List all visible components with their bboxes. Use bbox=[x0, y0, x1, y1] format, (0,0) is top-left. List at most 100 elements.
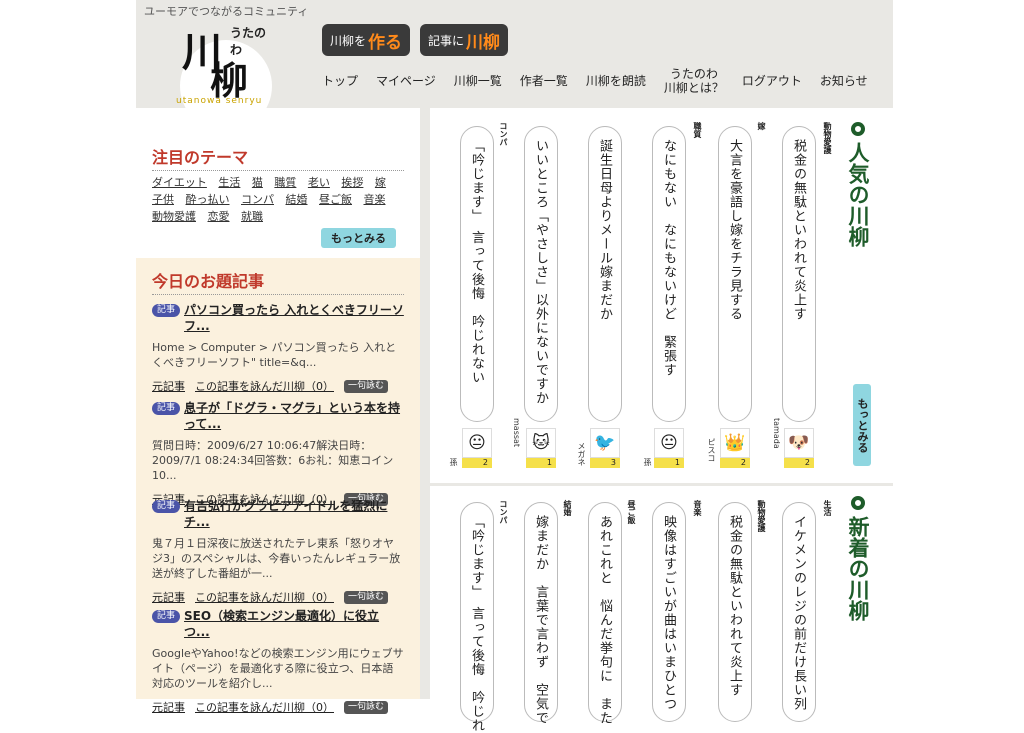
nav-news[interactable]: お知らせ bbox=[820, 66, 868, 96]
senryu-card[interactable]: 嫁まだか 言葉で言わず 空気で bbox=[524, 502, 558, 725]
senryu-card[interactable]: 「吟じます」 言って後悔 吟じれ bbox=[460, 502, 494, 733]
theme-tag[interactable]: 職質 bbox=[274, 176, 296, 189]
article-description: 鬼７月１日深夜に放送されたテレ東系「怒りオヤジ3」のスペシャルは、今春いったんレ… bbox=[152, 537, 401, 580]
theme-tag[interactable]: コンパ bbox=[241, 193, 274, 206]
site-logo[interactable]: 川 柳 うたのわ utanowa senryu bbox=[160, 22, 272, 132]
theme-tag[interactable]: 嫁 bbox=[375, 176, 386, 189]
card-category[interactable]: 昼ご飯 bbox=[626, 500, 637, 524]
senryu-verse: 嫁まだか 言葉で言わず 空気で bbox=[533, 515, 548, 725]
article-senryu-button[interactable]: 記事に 川柳 bbox=[420, 24, 509, 56]
ring-icon bbox=[851, 496, 865, 510]
theme-tag[interactable]: 子供 bbox=[152, 193, 174, 206]
theme-tag[interactable]: 生活 bbox=[218, 176, 240, 189]
original-article-link[interactable]: 元記事 bbox=[152, 378, 185, 394]
senryu-author[interactable]: 孫 bbox=[642, 458, 653, 466]
theme-tag[interactable]: 猫 bbox=[252, 176, 263, 189]
compose-verse-button[interactable]: 一句詠む bbox=[344, 379, 389, 393]
senryu-card[interactable]: なにもない なにもないけど 緊張す bbox=[652, 126, 686, 422]
senryu-author[interactable]: 孫 bbox=[448, 458, 459, 466]
create-senryu-button[interactable]: 川柳を 作る bbox=[322, 24, 411, 56]
senryu-card[interactable]: 税金の無駄といわれて炎上す bbox=[782, 126, 816, 422]
nav-recite[interactable]: 川柳を朗読 bbox=[586, 66, 646, 96]
nav-author-list[interactable]: 作者一覧 bbox=[520, 66, 568, 96]
main-nav: トップ マイページ 川柳一覧 作者一覧 川柳を朗読 うたのわ 川柳とは？ ログア… bbox=[322, 66, 886, 96]
nav-senryu-list[interactable]: 川柳一覧 bbox=[454, 66, 502, 96]
senryu-verse: なにもない なにもないけど 緊張す bbox=[661, 139, 676, 377]
create-senryu-prefix: 川柳を bbox=[330, 33, 367, 48]
create-senryu-accent: 作る bbox=[368, 32, 403, 53]
like-count: 2 bbox=[784, 458, 814, 468]
theme-tag[interactable]: 結婚 bbox=[286, 193, 308, 206]
nav-mypage[interactable]: マイページ bbox=[376, 66, 436, 96]
senryu-card[interactable]: 誕生日母よりメール嫁まだか bbox=[588, 126, 622, 422]
card-category[interactable]: 職質 bbox=[692, 122, 703, 138]
author-avatar[interactable]: 🐦 bbox=[590, 428, 620, 458]
author-avatar[interactable]: 🐶 bbox=[784, 428, 814, 458]
theme-tag[interactable]: 就職 bbox=[241, 210, 263, 223]
article-title-link[interactable]: SEO（検索エンジン最適化）に役立つ... bbox=[184, 608, 404, 640]
theme-tag[interactable]: 昼ご飯 bbox=[319, 193, 352, 206]
article-item: 記事 パソコン買ったら 入れとくべきフリーソフ... Home > Compute… bbox=[152, 302, 404, 394]
senryu-card[interactable]: いいところ「やさしさ」以外にないですか bbox=[524, 126, 558, 422]
nav-top[interactable]: トップ bbox=[322, 66, 358, 96]
card-category[interactable]: 動物愛護 bbox=[822, 122, 833, 154]
theme-tag[interactable]: 挨拶 bbox=[341, 176, 363, 189]
senryu-verse: 「吟じます」 言って後悔 吟じれない bbox=[469, 139, 484, 385]
article-title-link[interactable]: パソコン買ったら 入れとくべきフリーソフ... bbox=[184, 302, 404, 334]
original-article-link[interactable]: 元記事 bbox=[152, 589, 185, 605]
popular-more-button[interactable]: もっとみる bbox=[853, 384, 871, 466]
theme-tag[interactable]: 老い bbox=[308, 176, 330, 189]
article-senryu-link[interactable]: この記事を詠んだ川柳（0） bbox=[195, 589, 334, 605]
senryu-card[interactable]: 「吟じます」 言って後悔 吟じれない bbox=[460, 126, 494, 422]
popular-senryu-heading: 人気の川柳 bbox=[846, 122, 873, 247]
senryu-card[interactable]: 映像はすごいが曲はいまひとつ bbox=[652, 502, 686, 722]
like-count: 2 bbox=[462, 458, 492, 468]
card-category[interactable]: 生活 bbox=[822, 500, 833, 516]
featured-themes: 注目のテーマ ダイエット 生活 猫 職質 老い 挨拶 嫁 子供 酔っ払い コンパ… bbox=[136, 108, 420, 258]
page: ユーモアでつながるコミュニティ 川 柳 うたのわ utanowa senryu … bbox=[136, 0, 893, 733]
original-article-link[interactable]: 元記事 bbox=[152, 699, 185, 715]
like-count: 3 bbox=[590, 458, 620, 468]
card-category[interactable]: コンパ bbox=[498, 500, 509, 524]
senryu-verse: いいところ「やさしさ」以外にないですか bbox=[533, 139, 548, 405]
article-title-link[interactable]: 有吉弘行がグラビアアイドルを猛烈にチ... bbox=[184, 498, 404, 530]
compose-verse-button[interactable]: 一句詠む bbox=[344, 590, 389, 604]
article-badge: 記事 bbox=[152, 500, 181, 513]
senryu-verse: あれこれと 悩んだ挙句に また bbox=[597, 515, 612, 725]
card-category[interactable]: 動物愛護 bbox=[756, 500, 767, 532]
author-avatar[interactable]: 🐱 bbox=[526, 428, 556, 458]
article-title-link[interactable]: 息子が「ドグラ・マグラ」という本を持って... bbox=[184, 400, 404, 432]
compose-verse-button[interactable]: 一句詠む bbox=[344, 700, 389, 714]
themes-more-button[interactable]: もっとみる bbox=[321, 228, 396, 248]
theme-tag[interactable]: ダイエット bbox=[152, 176, 207, 189]
senryu-verse: 大言を豪語し嫁をチラ見する bbox=[727, 139, 742, 321]
senryu-author[interactable]: ピスコ bbox=[706, 438, 717, 462]
nav-logout[interactable]: ログアウト bbox=[742, 66, 802, 96]
article-senryu-link[interactable]: この記事を詠んだ川柳（0） bbox=[195, 378, 334, 394]
senryu-card[interactable]: イケメンのレジの前だけ長い列 bbox=[782, 502, 816, 722]
senryu-author[interactable]: メガネ bbox=[576, 442, 587, 466]
senryu-card[interactable]: 税金の無駄といわれて炎上す bbox=[718, 502, 752, 722]
card-category[interactable]: 嫁 bbox=[756, 122, 767, 130]
author-avatar[interactable]: 👑 bbox=[720, 428, 750, 458]
popular-senryu-title: 人気の川柳 bbox=[846, 142, 870, 247]
card-category[interactable]: コンパ bbox=[498, 122, 509, 146]
theme-tag[interactable]: 酔っ払い bbox=[186, 193, 230, 206]
article-badge: 記事 bbox=[152, 610, 181, 623]
senryu-author[interactable]: massat bbox=[512, 418, 521, 447]
senryu-card[interactable]: 大言を豪語し嫁をチラ見する bbox=[718, 126, 752, 422]
article-item: 記事 息子が「ドグラ・マグラ」という本を持って... 質問日時：2009/6/27… bbox=[152, 400, 404, 507]
theme-tag[interactable]: 音楽 bbox=[364, 193, 386, 206]
article-description: GoogleやYahoo!などの検索エンジン用にウェブサイト（ページ）を最適化す… bbox=[152, 647, 404, 690]
article-senryu-link[interactable]: この記事を詠んだ川柳（0） bbox=[195, 699, 334, 715]
card-category[interactable]: 結婚 bbox=[562, 500, 573, 516]
card-category[interactable]: 音楽 bbox=[692, 500, 703, 516]
author-avatar[interactable]: 😐 bbox=[462, 428, 492, 458]
nav-about[interactable]: うたのわ 川柳とは？ bbox=[664, 66, 724, 96]
author-avatar[interactable]: 😐 bbox=[654, 428, 684, 458]
senryu-author[interactable]: tamada bbox=[772, 418, 781, 449]
theme-tag[interactable]: 動物愛護 bbox=[152, 210, 196, 223]
theme-tag[interactable]: 恋愛 bbox=[208, 210, 230, 223]
senryu-card[interactable]: あれこれと 悩んだ挙句に また bbox=[588, 502, 622, 725]
article-description: Home > Computer > パソコン買ったら 入れとくべきフリーソフト"… bbox=[152, 341, 397, 369]
